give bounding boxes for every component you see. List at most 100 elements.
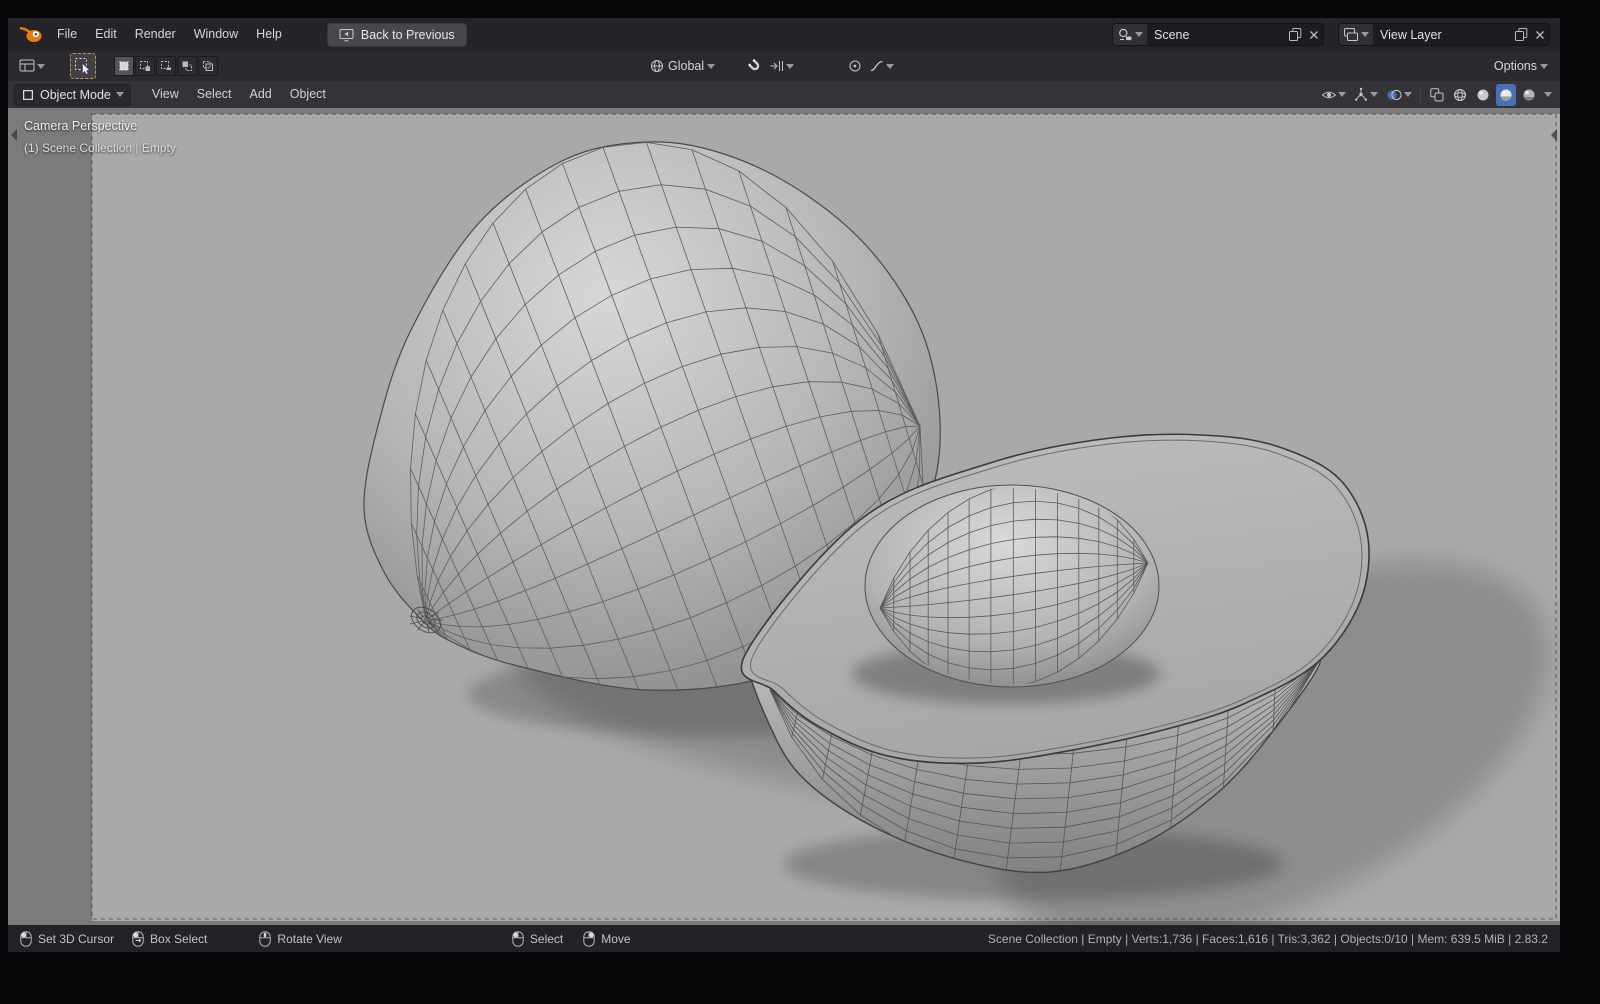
- status-hint-box-select: Box Select: [132, 931, 207, 947]
- proportional-editing-toggle[interactable]: [845, 55, 865, 77]
- mouse-left-drag-icon: [132, 931, 144, 947]
- chevron-down-icon: [786, 64, 794, 69]
- avocado-pit[interactable]: [865, 485, 1159, 687]
- view-layer-new-button[interactable]: [1511, 24, 1530, 45]
- viewport-menu-add[interactable]: Add: [241, 81, 281, 108]
- scene-unlink-button[interactable]: [1304, 24, 1323, 45]
- object-visibility-dropdown[interactable]: [1319, 84, 1348, 106]
- snap-toggle[interactable]: [745, 55, 765, 77]
- active-tool-select-box[interactable]: [70, 53, 96, 79]
- menu-window[interactable]: Window: [185, 18, 247, 51]
- transform-orientation-dropdown[interactable]: Global: [644, 58, 720, 74]
- object-mode-dropdown[interactable]: Object Mode: [14, 84, 131, 106]
- status-hint-label: Set 3D Cursor: [38, 932, 114, 946]
- menu-file[interactable]: File: [48, 18, 86, 51]
- duplicate-icon: [1514, 27, 1528, 42]
- active-object-breadcrumb: (1) Scene Collection | Empty: [24, 141, 176, 155]
- status-bar: Set 3D Cursor Box Select Rotate View: [8, 925, 1560, 952]
- viewport-3d[interactable]: Camera Perspective (1) Scene Collection …: [8, 108, 1560, 925]
- status-hint-label: Box Select: [150, 932, 207, 946]
- mouse-left-icon: [20, 931, 32, 947]
- status-hint-label: Select: [530, 932, 563, 946]
- view-layer-remove-button[interactable]: [1530, 24, 1549, 45]
- chevron-down-icon: [1135, 32, 1143, 37]
- menu-render[interactable]: Render: [126, 18, 185, 51]
- duplicate-icon: [1288, 27, 1302, 42]
- chevron-down-icon: [1370, 92, 1378, 97]
- scene-name-field[interactable]: Scene: [1147, 28, 1285, 42]
- status-hint-rotate-view: Rotate View: [259, 931, 341, 947]
- gizmos-dropdown[interactable]: [1351, 84, 1380, 106]
- scene-statistics: Scene Collection | Empty | Verts:1,736 |…: [988, 932, 1548, 946]
- shading-material-button[interactable]: [1496, 84, 1516, 106]
- select-mode-invert[interactable]: [177, 56, 197, 76]
- options-dropdown[interactable]: Options: [1489, 59, 1553, 73]
- chevron-down-icon: [1404, 92, 1412, 97]
- select-mode-intersect[interactable]: [198, 56, 218, 76]
- scene-browse-button[interactable]: [1113, 24, 1147, 45]
- proportional-falloff-dropdown[interactable]: [867, 55, 896, 77]
- scene-selector[interactable]: Scene: [1112, 23, 1324, 46]
- chevron-down-icon: [886, 64, 894, 69]
- orientation-globe-icon: [649, 58, 665, 74]
- object-mode-label: Object Mode: [40, 88, 111, 102]
- viewport-menu-object[interactable]: Object: [281, 81, 335, 108]
- shading-solid-button[interactable]: [1473, 84, 1493, 106]
- solid-sphere-icon: [1475, 87, 1491, 103]
- overlays-dropdown[interactable]: [1383, 84, 1414, 106]
- viewport-menu-select[interactable]: Select: [188, 81, 241, 108]
- status-hint-move: Move: [583, 931, 630, 947]
- close-icon: [1308, 29, 1320, 41]
- blender-window: File Edit Render Window Help Back to Pre…: [8, 18, 1560, 952]
- back-to-previous-button[interactable]: Back to Previous: [327, 23, 467, 47]
- status-hint-select: Select: [512, 931, 563, 947]
- menu-edit[interactable]: Edit: [86, 18, 126, 51]
- view-layer-browse-button[interactable]: [1339, 24, 1373, 45]
- editor-type-selector[interactable]: [16, 58, 48, 74]
- snap-target-icon: [769, 58, 785, 74]
- sidebar-collapse-arrow[interactable]: [1550, 128, 1559, 142]
- status-hint-set-3d-cursor: Set 3D Cursor: [20, 931, 114, 947]
- chevron-down-icon: [37, 64, 45, 69]
- view-layer-name-field[interactable]: View Layer: [1373, 28, 1511, 42]
- view-layer-icon: [1343, 27, 1359, 43]
- chevron-down-icon: [1338, 92, 1346, 97]
- wireframe-sphere-icon: [1452, 87, 1468, 103]
- mouse-middle-icon: [259, 931, 271, 947]
- snap-with-dropdown[interactable]: [767, 55, 796, 77]
- proportional-circle-icon: [847, 58, 863, 74]
- xray-icon: [1429, 87, 1445, 103]
- status-hint-label: Rotate View: [277, 932, 341, 946]
- select-mode-buttons: [114, 56, 218, 76]
- viewport-menu-view[interactable]: View: [143, 81, 188, 108]
- topbar: File Edit Render Window Help Back to Pre…: [8, 18, 1560, 51]
- editor-type-icon: [19, 58, 35, 74]
- mouse-left-icon: [512, 931, 524, 947]
- shading-wireframe-button[interactable]: [1450, 84, 1470, 106]
- view-layer-selector[interactable]: View Layer: [1338, 23, 1550, 46]
- close-icon: [1534, 29, 1546, 41]
- chevron-down-icon: [1361, 32, 1369, 37]
- shading-rendered-button[interactable]: [1519, 84, 1539, 106]
- viewport-scene[interactable]: [8, 108, 1560, 925]
- xray-toggle[interactable]: [1427, 84, 1447, 106]
- options-label: Options: [1494, 59, 1537, 73]
- rendered-sphere-icon: [1521, 87, 1537, 103]
- overlays-icon: [1385, 87, 1403, 103]
- back-to-previous-label: Back to Previous: [361, 28, 455, 42]
- toolbar-collapse-arrow[interactable]: [9, 128, 18, 142]
- status-hint-label: Move: [601, 932, 630, 946]
- view-perspective-label: Camera Perspective: [24, 119, 137, 133]
- falloff-curve-icon: [869, 58, 885, 74]
- tool-settings-bar: Global: [8, 51, 1560, 81]
- select-mode-new[interactable]: [114, 56, 134, 76]
- shading-dropdown[interactable]: [1542, 84, 1554, 106]
- scene-new-button[interactable]: [1285, 24, 1304, 45]
- select-mode-subtract[interactable]: [156, 56, 176, 76]
- blender-logo-icon: [18, 25, 44, 45]
- eye-icon: [1321, 87, 1337, 103]
- select-mode-extend[interactable]: [135, 56, 155, 76]
- menu-help[interactable]: Help: [247, 18, 291, 51]
- monitor-back-icon: [339, 28, 354, 42]
- magnet-icon: [747, 58, 763, 74]
